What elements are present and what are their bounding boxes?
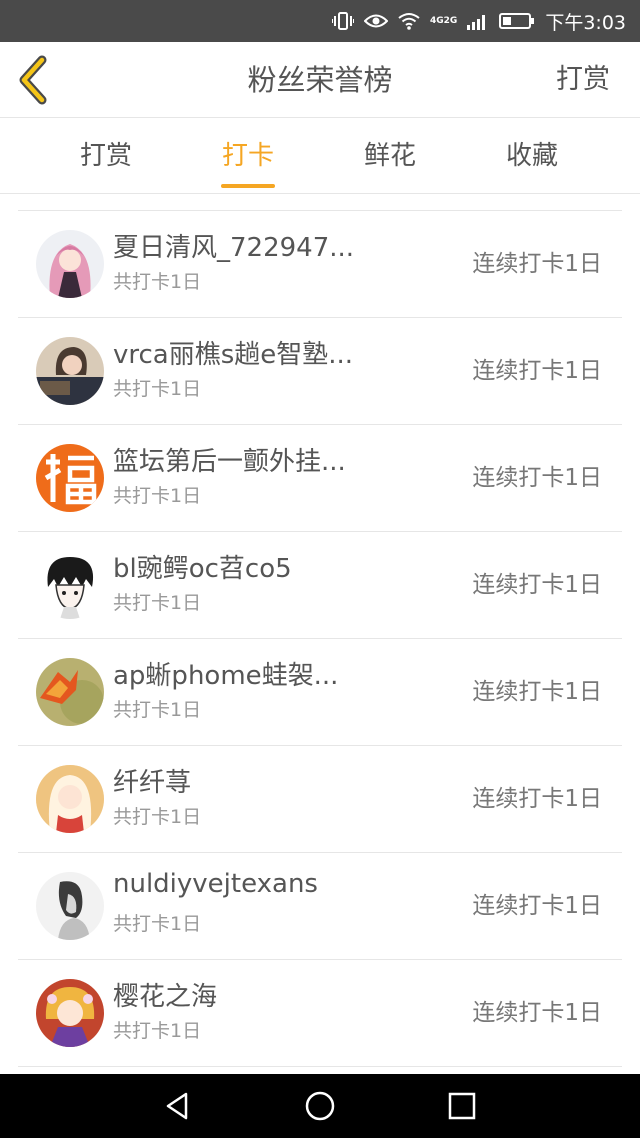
avatar[interactable] [36,979,104,1047]
total-checkin-days: 共打卡1日 [113,1020,202,1042]
user-name: 篮坛第后一颤外挂... [113,447,346,477]
back-triangle-icon[interactable] [162,1090,194,1122]
user-name: 夏日清风_722947... [113,233,355,263]
streak-days: 连续打卡1日 [472,251,602,277]
tab-label: 鲜花 [363,141,416,171]
back-button[interactable] [12,54,58,106]
fan-checkin-list[interactable]: 夏日清风_722947... 共打卡1日 连续打卡1日 vrca丽樵s趟e智塾.… [0,194,640,1074]
vibrate-icon [332,11,355,31]
eye-comfort-icon [364,12,389,30]
user-name: ap蜥phome蛙袈... [113,661,339,691]
user-name: 纤纤荨 [113,768,192,798]
avatar[interactable] [36,551,104,619]
page-title: 粉丝荣誉榜 [247,63,393,97]
streak-days: 连续打卡1日 [472,679,602,705]
wifi-icon [398,12,420,30]
chevron-left-icon [19,55,47,105]
avatar[interactable] [36,230,104,298]
user-name: bl豌鳄oc苕co5 [113,554,292,584]
streak-days: 连续打卡1日 [472,465,602,491]
tab-favorites[interactable]: 收藏 [472,118,592,194]
battery-icon [499,12,535,30]
clock: 下午3:03 [545,11,626,34]
total-checkin-days: 共打卡1日 [113,378,202,400]
total-checkin-days: 共打卡1日 [113,913,202,935]
total-checkin-days: 共打卡1日 [113,699,202,721]
signal-icon [467,12,489,30]
streak-days: 连续打卡1日 [472,786,602,812]
list-item[interactable]: ap蜥phome蛙袈... 共打卡1日 连续打卡1日 [18,639,622,746]
user-name: vrca丽樵s趟e智塾... [113,340,354,370]
streak-days: 连续打卡1日 [472,572,602,598]
tab-checkin[interactable]: 打卡 [188,118,308,194]
avatar[interactable] [36,337,104,405]
network-type: 4G 2G [430,16,458,26]
status-bar: 4G 2G 下午3:03 [0,0,640,42]
streak-days: 连续打卡1日 [472,1000,602,1026]
list-item[interactable]: 樱花之海 共打卡1日 连续打卡1日 [18,960,622,1067]
total-checkin-days: 共打卡1日 [113,485,202,507]
list-item[interactable]: vrca丽樵s趟e智塾... 共打卡1日 连续打卡1日 [18,318,622,425]
recents-square-icon[interactable] [446,1090,478,1122]
avatar[interactable] [36,765,104,833]
user-name: nuldiyvejtexans [113,869,318,899]
avatar[interactable] [36,872,104,940]
header: 粉丝荣誉榜 打赏 [0,42,640,118]
total-checkin-days: 共打卡1日 [113,271,202,293]
avatar[interactable] [36,658,104,726]
list-item[interactable]: 夏日清风_722947... 共打卡1日 连续打卡1日 [18,211,622,318]
system-navigation-bar [0,1074,640,1138]
tab-label: 打卡 [221,141,274,171]
active-tab-indicator [221,184,275,188]
tab-label: 收藏 [505,141,558,171]
tab-reward[interactable]: 打赏 [46,118,166,194]
tab-label: 打赏 [79,141,132,171]
user-name: 樱花之海 [113,982,218,1012]
home-circle-icon[interactable] [304,1090,336,1122]
tab-flowers[interactable]: 鲜花 [330,118,450,194]
list-item[interactable]: nuldiyvejtexans 共打卡1日 连续打卡1日 [18,853,622,960]
list-item[interactable]: 纤纤荨 共打卡1日 连续打卡1日 [18,746,622,853]
tab-bar: 打赏 打卡 鲜花 收藏 [0,118,640,194]
streak-days: 连续打卡1日 [472,358,602,384]
list-item[interactable]: 篮坛第后一颤外挂... 共打卡1日 连续打卡1日 [18,425,622,532]
reward-action-button[interactable]: 打赏 [556,42,610,118]
avatar[interactable] [36,444,104,512]
total-checkin-days: 共打卡1日 [113,592,202,614]
streak-days: 连续打卡1日 [472,893,602,919]
list-item[interactable]: bl豌鳄oc苕co5 共打卡1日 连续打卡1日 [18,532,622,639]
total-checkin-days: 共打卡1日 [113,806,202,828]
